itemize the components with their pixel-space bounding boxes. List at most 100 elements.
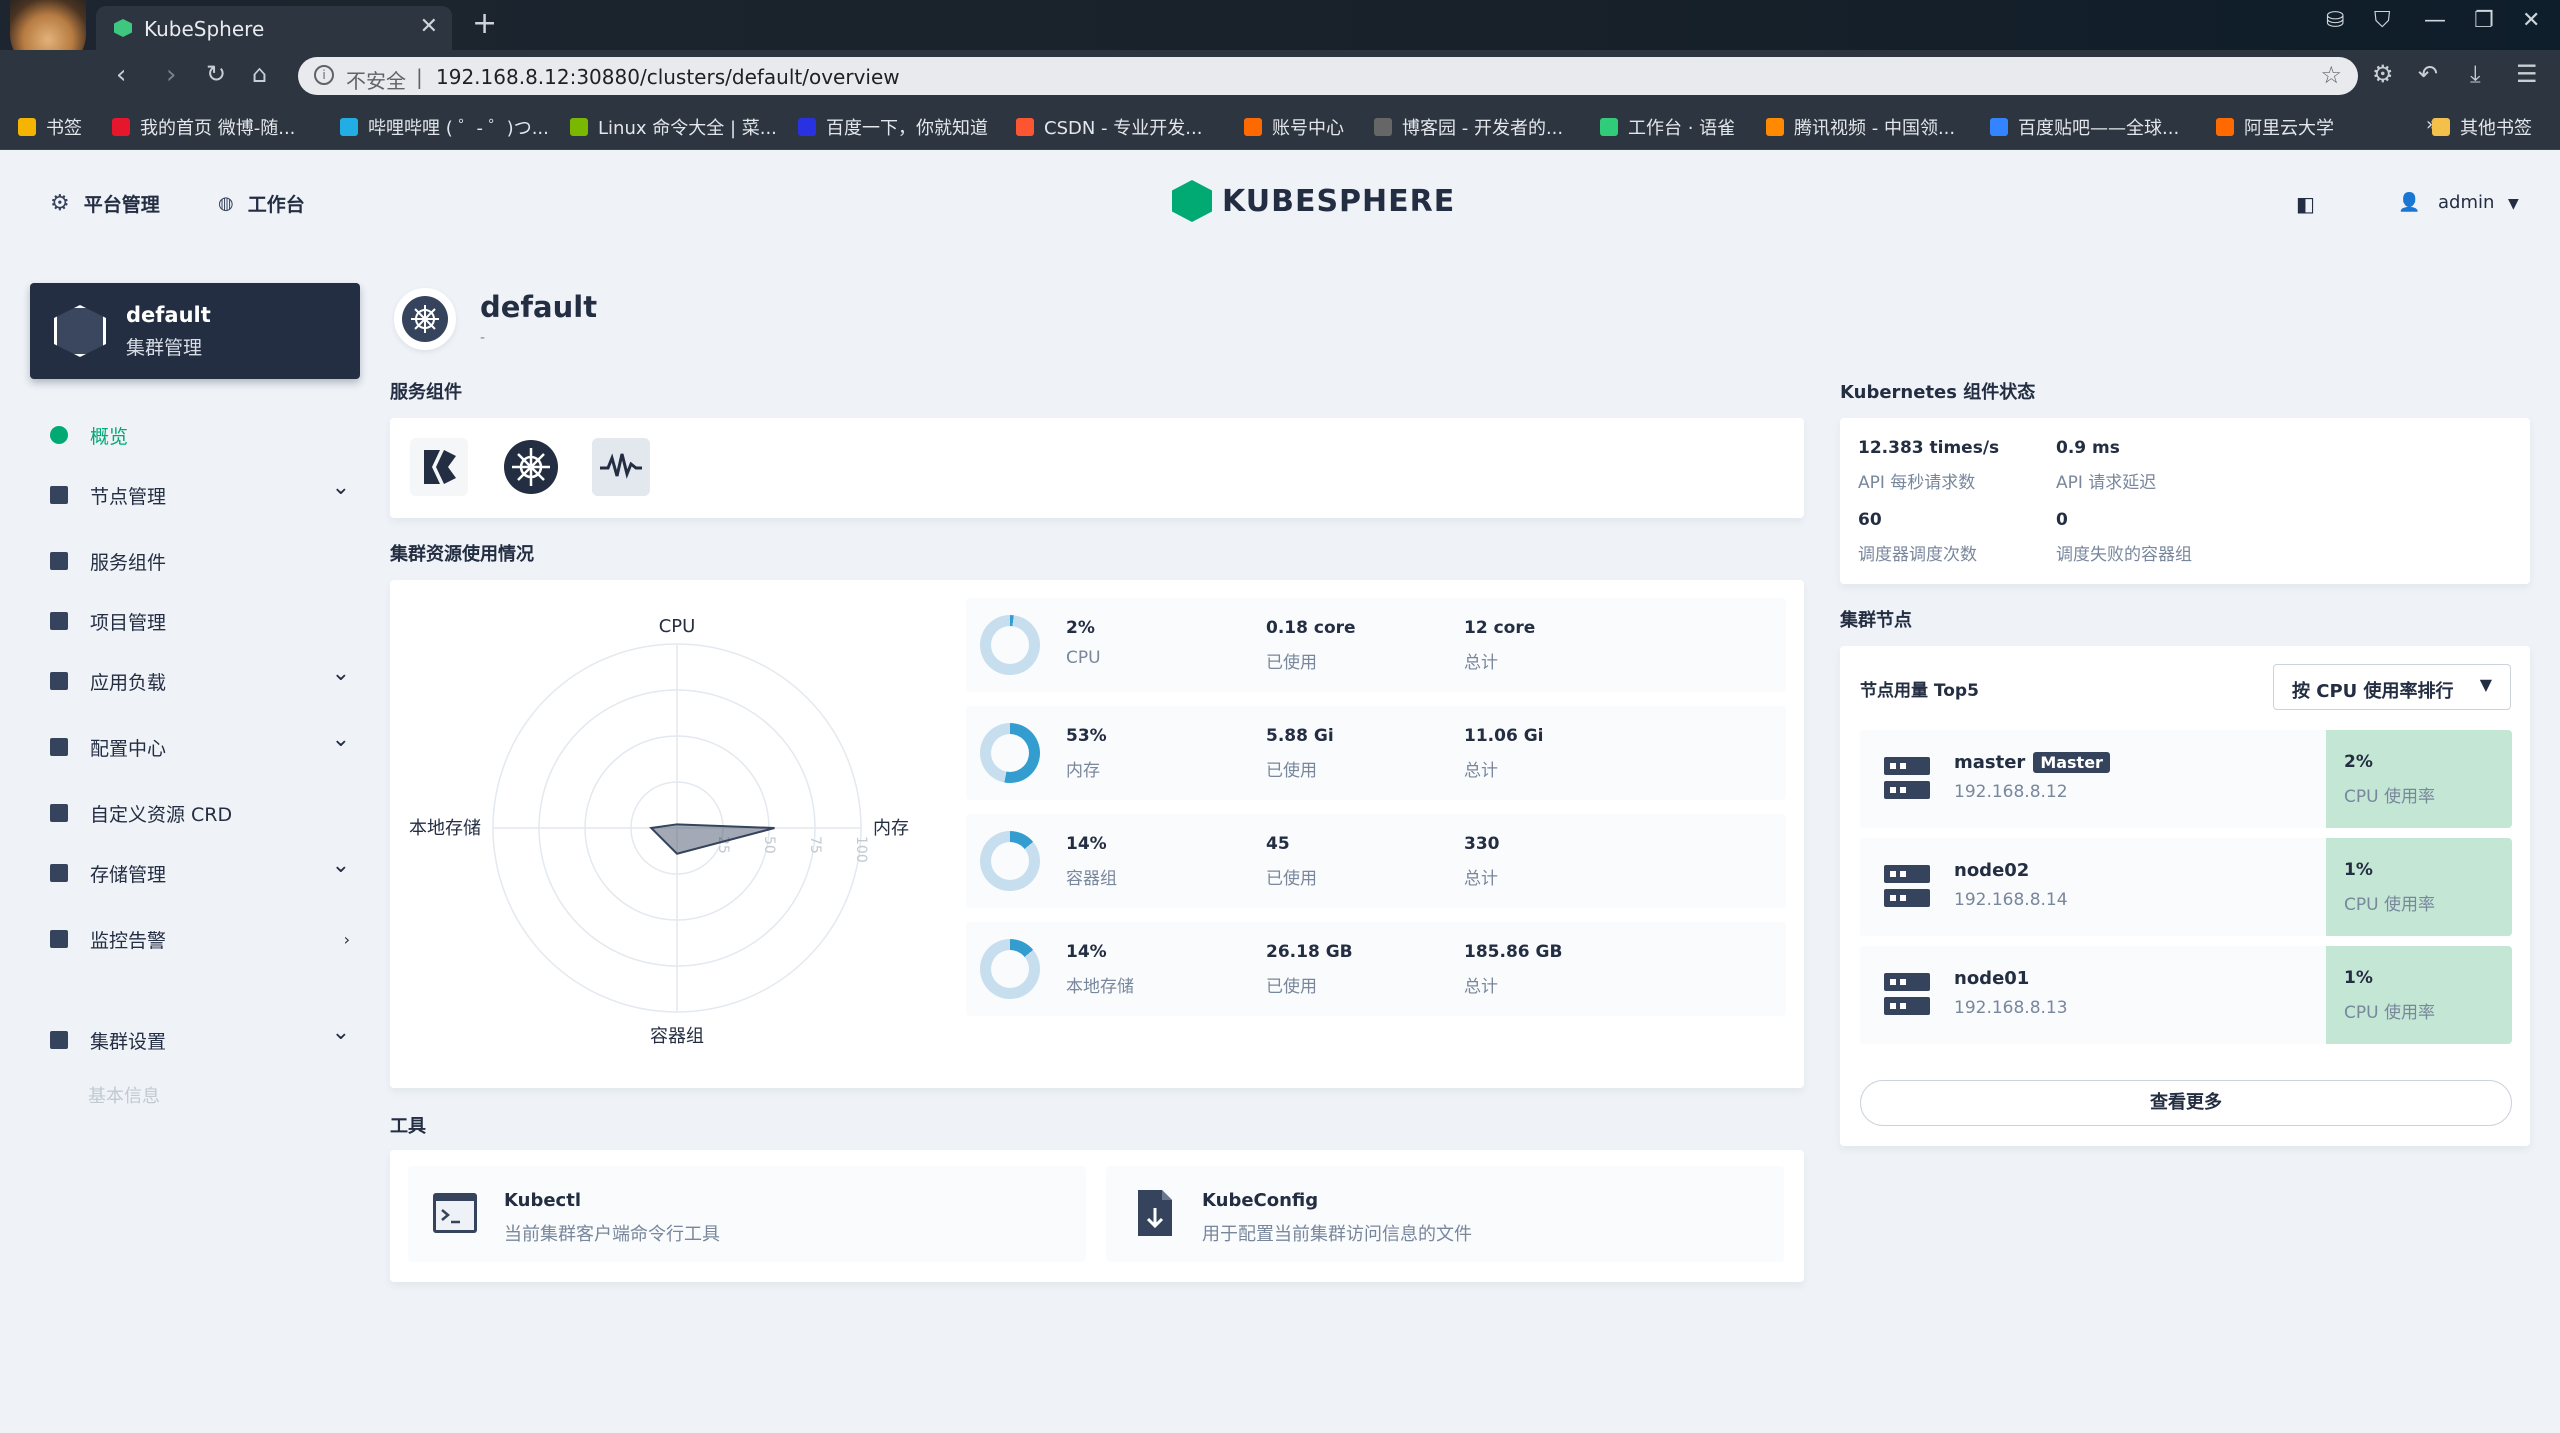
workbench-link[interactable]: ◍ 工作台 (218, 190, 305, 217)
page-description: - (480, 330, 486, 346)
back-icon[interactable]: ‹ (116, 60, 126, 90)
shield-icon[interactable]: ⛉ (2374, 8, 2391, 33)
sidebar-item-storage[interactable]: 存储管理 ⌄ (50, 853, 350, 893)
chevron-down-icon[interactable]: ⌄ (332, 727, 350, 752)
node-row[interactable]: master Master 192.168.8.12 2% CPU 使用率 (1860, 730, 2512, 828)
sidebar-item-components[interactable]: 服务组件 (50, 541, 350, 581)
bookmark-item[interactable]: 腾讯视频 - 中国领... (1766, 114, 1955, 140)
kubesphere-logo-icon (1172, 180, 1212, 222)
kubectl-tool-card[interactable]: Kubectl 当前集群客户端命令行工具 (408, 1166, 1086, 1262)
undo-icon[interactable]: ↶ (2418, 60, 2438, 88)
bookmark-favicon-icon (570, 118, 588, 136)
sidebar-item-monitoring[interactable]: 监控告警 › (50, 919, 350, 959)
toolbox-icon[interactable]: ◧ (2296, 192, 2315, 216)
resource-row: 14% 本地存储 26.18 GB 已使用 185.86 GB 总计 (966, 922, 1786, 1016)
used-value: 26.18 GB (1266, 942, 1353, 962)
sidebar-item-settings[interactable]: 集群设置 ⌄ (50, 1020, 350, 1060)
sidebar-item-label: 存储管理 (90, 863, 167, 886)
chevron-down-icon[interactable]: ▼ (2508, 196, 2519, 212)
node-row[interactable]: node01 192.168.8.13 1% CPU 使用率 (1860, 946, 2512, 1044)
sidebar-item-projects[interactable]: 项目管理 (50, 601, 350, 641)
chevron-down-icon[interactable]: ⌄ (332, 661, 350, 686)
sidebar-item-label: 应用负载 (90, 671, 167, 694)
restore-icon[interactable]: ❐ (2474, 8, 2494, 33)
sidebar-item-crd[interactable]: 自定义资源 CRD (50, 793, 350, 833)
bookmark-label: 百度贴吧——全球... (2018, 118, 2180, 139)
url-text[interactable]: 192.168.8.12:30880/clusters/default/over… (436, 65, 900, 89)
sidebar-item-config[interactable]: 配置中心 ⌄ (50, 727, 350, 767)
reload-icon[interactable]: ↻ (206, 60, 226, 88)
other-bookmarks[interactable]: 其他书签 (2432, 114, 2532, 140)
user-icon[interactable]: 👤 (2398, 192, 2420, 213)
info-icon[interactable]: i (314, 65, 334, 85)
bookmark-item[interactable]: 账号中心 (1244, 114, 1344, 140)
total-value: 330 (1464, 834, 1500, 854)
bookmark-favicon-icon (18, 118, 36, 136)
nodes-icon (50, 486, 68, 504)
server-icon (1884, 865, 1930, 909)
bookmark-item[interactable]: 书签 (18, 114, 82, 140)
sidebar-item-workloads[interactable]: 应用负载 ⌄ (50, 661, 350, 701)
bookmark-item[interactable]: 百度贴吧——全球... (1990, 114, 2179, 140)
browser-tab[interactable]: KubeSphere ✕ (96, 6, 452, 50)
bookmark-item[interactable]: Linux 命令大全 | 菜... (570, 114, 777, 140)
cluster-card[interactable]: default 集群管理 (30, 283, 360, 379)
node-row[interactable]: node02 192.168.8.14 1% CPU 使用率 (1860, 838, 2512, 936)
bookmark-item[interactable]: 我的首页 微博-随... (112, 114, 295, 140)
view-more-button[interactable]: 查看更多 (1860, 1080, 2512, 1126)
close-window-icon[interactable]: ✕ (2522, 8, 2540, 33)
bookmark-favicon-icon (2216, 118, 2234, 136)
bookmark-label: 哔哩哔哩 ( ゜- ゜)つ... (368, 118, 549, 139)
sort-by-select[interactable]: 按 CPU 使用率排行 ▼ (2273, 664, 2511, 710)
radar-axis-label: 容器组 (650, 1026, 704, 1047)
bookmark-item[interactable]: 百度一下，你就知道 (798, 114, 988, 140)
chevron-down-icon[interactable]: ⌄ (332, 853, 350, 878)
minimize-icon[interactable]: — (2424, 8, 2446, 33)
home-icon[interactable]: ⌂ (252, 60, 267, 88)
chevron-down-icon[interactable]: ⌄ (332, 475, 350, 500)
reading-mode-icon[interactable]: ⛁ (2326, 8, 2344, 33)
bookmark-item[interactable]: 博客园 - 开发者的... (1374, 114, 1563, 140)
radar-axis-label: CPU (659, 616, 696, 637)
bookmark-item[interactable]: 哔哩哔哩 ( ゜- ゜)つ... (340, 114, 549, 140)
bookmark-favicon-icon (1600, 118, 1618, 136)
star-icon[interactable]: ☆ (2320, 61, 2342, 89)
extensions-icon[interactable]: ⚙ (2372, 60, 2394, 88)
used-label: 已使用 (1266, 653, 1317, 673)
bookmark-item[interactable]: 工作台 · 语雀 (1600, 114, 1735, 140)
node-cpu-value: 1% (2344, 968, 2373, 988)
radar-data-polygon (649, 823, 775, 855)
k8s-status-panel: 12.383 times/s API 每秒请求数 0.9 ms API 请求延迟… (1840, 418, 2530, 584)
resource-usage-title: 集群资源使用情况 (390, 544, 534, 565)
kubeconfig-tool-card[interactable]: KubeConfig 用于配置当前集群访问信息的文件 (1106, 1166, 1784, 1262)
platform-management-link[interactable]: ⚙ 平台管理 (50, 190, 160, 217)
tab-close-icon[interactable]: ✕ (420, 14, 438, 39)
node-cpu-value: 2% (2344, 752, 2373, 772)
sidebar-subitem-basic-info[interactable]: 基本信息 (88, 1082, 160, 1108)
sidebar-item-nodes[interactable]: 节点管理 ⌄ (50, 475, 350, 515)
download-icon[interactable]: ⤓ (2470, 60, 2481, 88)
kubesphere-component-icon[interactable] (410, 438, 468, 496)
sidebar-item-label: 项目管理 (90, 611, 167, 634)
address-bar[interactable]: i 不安全 | 192.168.8.12:30880/clusters/defa… (298, 57, 2358, 95)
bookmark-item[interactable]: 阿里云大学 (2216, 114, 2334, 140)
menu-icon[interactable]: ☰ (2516, 60, 2538, 88)
usage-percent: 14% (1066, 942, 1107, 962)
kubernetes-component-icon[interactable] (502, 438, 560, 496)
resource-radar-chart: 25 50 75 100CPU内存容器组本地存储 (409, 616, 909, 1047)
username[interactable]: admin (2438, 192, 2494, 213)
forward-icon[interactable]: › (166, 60, 176, 90)
node-cpu-box: 1% CPU 使用率 (2326, 838, 2512, 936)
chevron-down-icon[interactable]: ⌄ (332, 1020, 350, 1045)
monitoring-component-icon[interactable] (592, 438, 650, 496)
chevron-right-icon[interactable]: › (344, 930, 350, 949)
new-tab-icon[interactable]: + (472, 6, 497, 41)
top5-label: 节点用量 Top5 (1860, 681, 1979, 701)
bookmark-item[interactable]: CSDN - 专业开发... (1016, 114, 1202, 140)
workloads-icon (50, 672, 68, 690)
sidebar-item-overview[interactable]: 概览 (50, 415, 350, 455)
tools-title: 工具 (390, 1116, 426, 1137)
resource-name: 容器组 (1066, 869, 1117, 889)
kubesphere-logo[interactable]: KUBESPHERE (1172, 180, 1455, 222)
node-cpu-label: CPU 使用率 (2344, 787, 2435, 807)
